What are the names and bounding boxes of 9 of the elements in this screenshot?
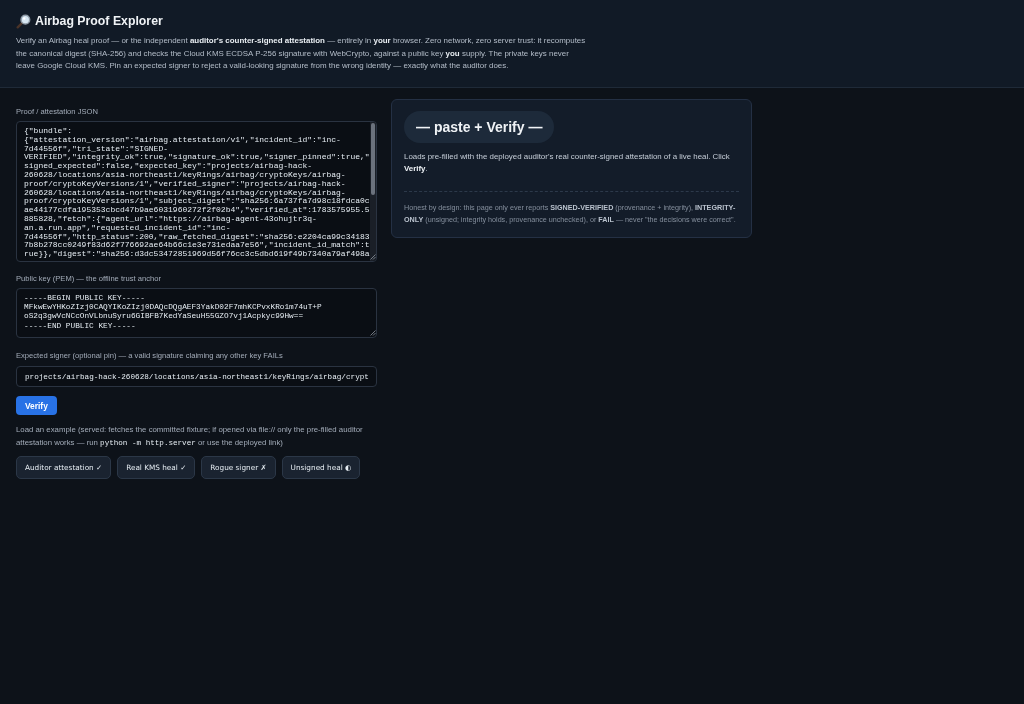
scrollbar-track[interactable] xyxy=(370,122,376,261)
verify-button[interactable]: Verify xyxy=(16,396,57,415)
scrollbar-thumb[interactable] xyxy=(371,123,375,195)
resize-grip-icon[interactable] xyxy=(370,254,376,260)
magnifier-icon xyxy=(16,13,31,29)
json-textarea[interactable]: {"bundle":{"attestation_version":"airbag.attestation/v1","incident_id":"inc-7d44556f","tri_state":"SIGNED-VERIFIED","integrity_ok":true,"signature_ok":true,"signer_pinned":true,"signed_expected":false,"expected_key":"projects/airbag-hack-260628/locations/asia-northeast1/keyRings/airbag/cryptoKeys/airbag-proof/cryptoKeyVersions/1","verified_signer":"projects/airbag-hack-260628/locations/asia-northeast1/keyRings/airbag/cryptoKeys/airbag-proof/cryptoKeyVersions/1","subject_digest":"sha256:6a737fa7d98c18fdca0cae44177cdfa195353cbcd47b9ae6031960272f2f02b4","verified_at":1783575955.5885828,"fetch":{"agent_url":"https://airbag-agent-43ohujtr3q-an.a.run.app","requested_incident_id":"inc-7d44556f","http_status":200,"raw_fetched_digest":"sha256:e2204ca99c341837b8b278cc0249f83d62f776692ae64b66c1e3e731edaa7e56","incident_id_match":true}},"digest":"sha256:d3dc53472851969d56f76cc3c5dbd619f49b7340a79af498a xyxy=(16,121,377,262)
app-title: Airbag Proof Explorer xyxy=(35,13,163,29)
status-pill: — paste + Verify — xyxy=(404,111,555,143)
resize-grip-icon[interactable] xyxy=(370,330,376,336)
